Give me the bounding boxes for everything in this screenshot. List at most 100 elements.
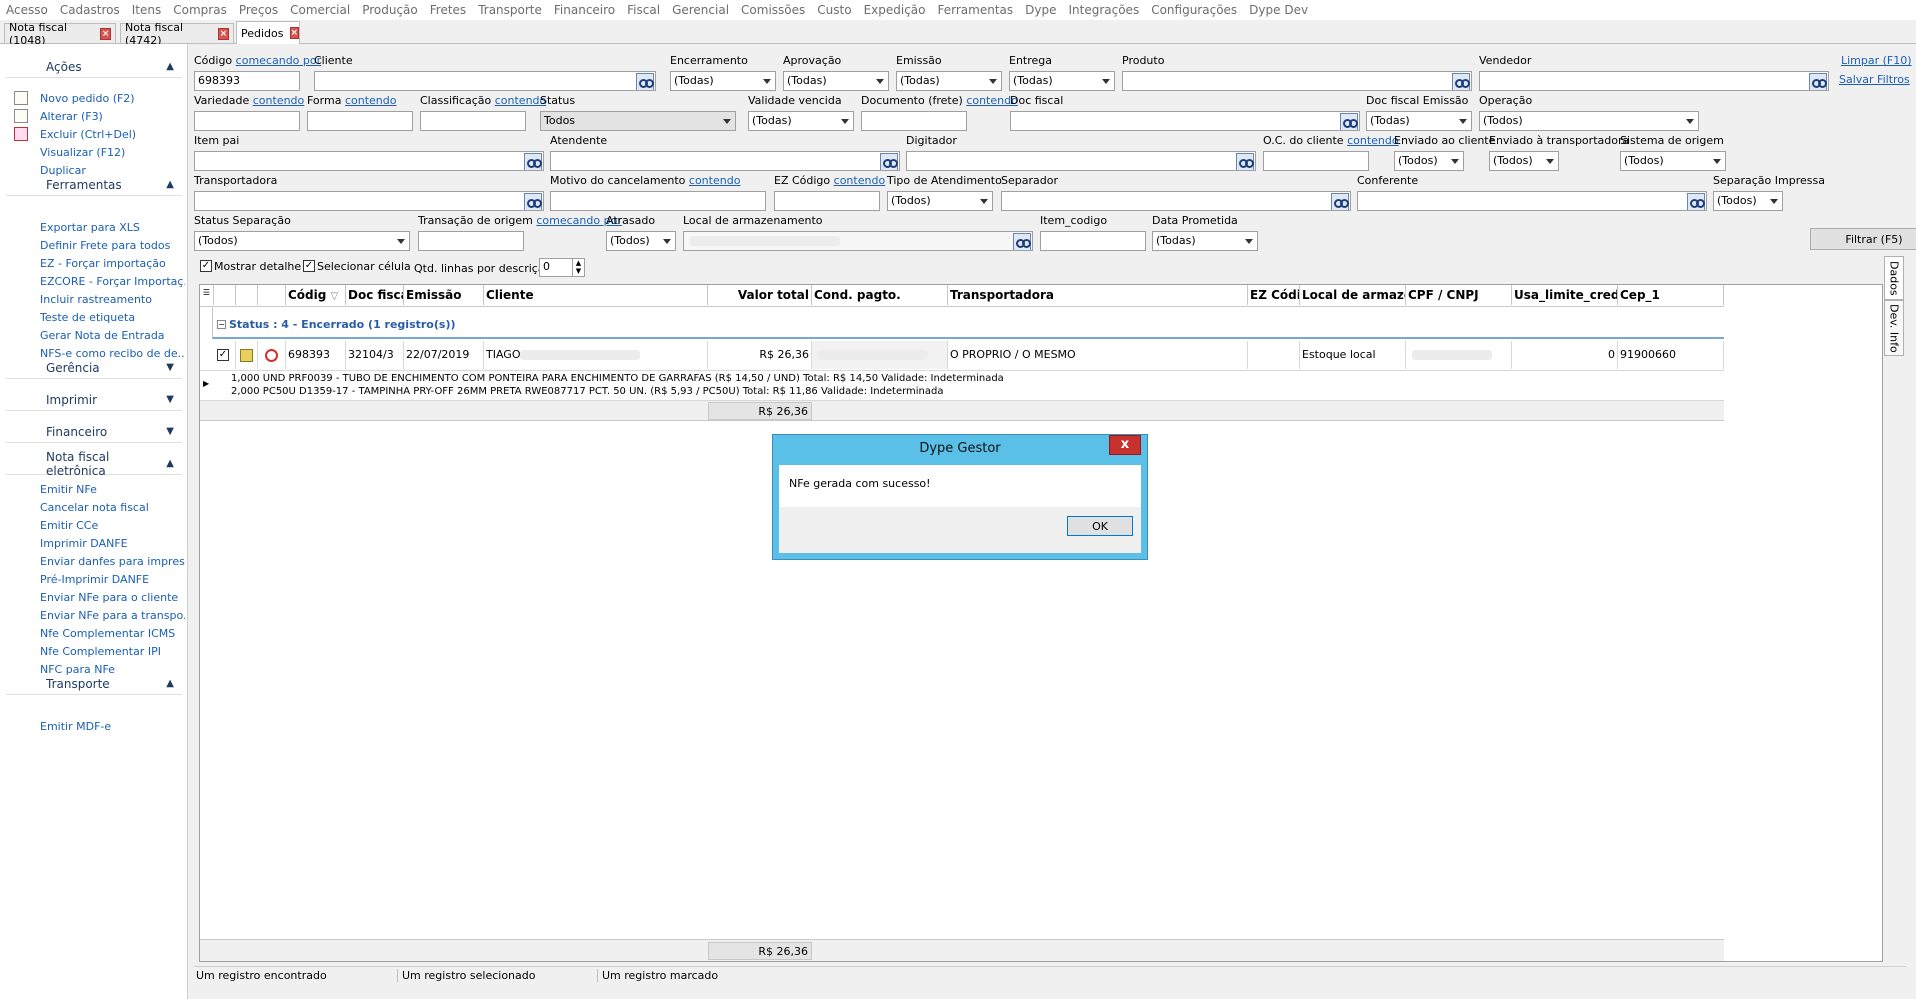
section-transporte[interactable]: Transporte ▲: [6, 673, 182, 695]
sidebar-item-nfe-compl-ipi[interactable]: Nfe Complementar IPI: [40, 645, 161, 658]
close-icon[interactable]: ×: [218, 27, 229, 40]
menu-item-dype[interactable]: Dype: [1019, 3, 1062, 17]
column-header-emissao[interactable]: Emissão: [404, 285, 484, 305]
qtd-linhas-stepper[interactable]: 0 ▲ ▼: [539, 258, 585, 277]
column-header-doc-fiscal[interactable]: Doc fisca: [346, 285, 404, 305]
search-icon[interactable]: [524, 193, 542, 210]
dataprometida-select[interactable]: (Todas): [1152, 231, 1258, 251]
tab-dados[interactable]: Dados: [1884, 256, 1904, 300]
tab-nota-fiscal-1048[interactable]: Nota fiscal (1048) ×: [4, 21, 116, 47]
codigo-input[interactable]: 698393: [194, 71, 300, 91]
conferente-input[interactable]: [1357, 191, 1707, 211]
menu-item-expedicao[interactable]: Expedição: [858, 3, 932, 17]
digitador-input[interactable]: [906, 151, 1256, 171]
oc-input[interactable]: [1263, 151, 1369, 171]
sistemaorigem-select[interactable]: (Todos): [1620, 151, 1726, 171]
sidebar-item-exportar-xls[interactable]: Exportar para XLS: [40, 221, 140, 234]
selecionar-celula-checkbox[interactable]: ✓: [303, 260, 315, 272]
menu-item-integracoes[interactable]: Integrações: [1062, 3, 1145, 17]
column-header-cep[interactable]: Cep_1: [1618, 285, 1724, 305]
forma-mode-link[interactable]: contendo: [345, 94, 397, 107]
itemcodigo-input[interactable]: [1040, 231, 1146, 251]
status-select[interactable]: Todos: [540, 111, 736, 131]
classificacao-input[interactable]: [420, 111, 526, 131]
search-icon[interactable]: [1452, 73, 1470, 90]
motivo-mode-link[interactable]: contendo: [689, 174, 741, 187]
search-icon[interactable]: [1331, 193, 1349, 210]
menu-item-custo[interactable]: Custo: [811, 3, 857, 17]
section-nota-fiscal-eletronica[interactable]: Nota fiscal eletrônica ▲: [6, 450, 182, 478]
separador-input[interactable]: [1001, 191, 1351, 211]
row-checkbox[interactable]: ✓: [217, 349, 229, 361]
sidebar-item-emitir-nfe[interactable]: Emitir NFe: [40, 483, 97, 496]
sidebar-item-visualizar[interactable]: Visualizar (F12): [40, 146, 125, 159]
menu-item-precos[interactable]: Preços: [233, 3, 284, 17]
oc-mode-link[interactable]: contendo: [1347, 134, 1399, 147]
tab-nota-fiscal-4742[interactable]: Nota fiscal (4742) ×: [120, 21, 234, 47]
vendedor-input[interactable]: [1479, 71, 1829, 91]
menu-item-gerencial[interactable]: Gerencial: [666, 3, 735, 17]
sidebar-item-alterar[interactable]: Alterar (F3): [40, 110, 103, 123]
spin-arrows-icon[interactable]: ▲ ▼: [572, 259, 584, 276]
column-header-ez-codigo[interactable]: EZ Códi: [1248, 285, 1300, 305]
menu-item-financeiro[interactable]: Financeiro: [548, 3, 621, 17]
aprovacao-select[interactable]: (Todas): [783, 71, 889, 91]
limpar-link[interactable]: Limpar (F10): [1841, 54, 1912, 67]
atendente-input[interactable]: [550, 151, 900, 171]
menu-item-compras[interactable]: Compras: [167, 3, 233, 17]
sidebar-item-pre-imprimir[interactable]: Pré-Imprimir DANFE: [40, 573, 149, 586]
sidebar-item-definir-frete[interactable]: Definir Frete para todos: [40, 239, 170, 252]
menu-item-cadastros[interactable]: Cadastros: [54, 3, 126, 17]
mostrar-detalhe-checkbox[interactable]: ✓: [200, 260, 212, 272]
docfiscal-input[interactable]: [1010, 111, 1360, 131]
menu-item-configuracoes[interactable]: Configurações: [1145, 3, 1243, 17]
search-icon[interactable]: [1013, 233, 1031, 250]
column-header-cpf-cnpj[interactable]: CPF / CNPJ: [1406, 285, 1512, 305]
codigo-mode-link[interactable]: comecando por: [236, 54, 321, 67]
encerramento-select[interactable]: (Todas): [670, 71, 776, 91]
itempai-input[interactable]: [194, 151, 544, 171]
tipoatend-select[interactable]: (Todos): [887, 191, 993, 211]
documento-input[interactable]: [861, 111, 967, 131]
sidebar-item-enviar-danfes[interactable]: Enviar danfes para impres...: [40, 555, 185, 568]
forma-input[interactable]: [307, 111, 413, 131]
operacao-select[interactable]: (Todos): [1479, 111, 1699, 131]
column-chooser-icon[interactable]: ☰: [200, 285, 214, 305]
column-header-local[interactable]: Local de armaze: [1300, 285, 1406, 305]
sidebar-item-enviar-nfe-cliente[interactable]: Enviar NFe para o cliente: [40, 591, 178, 604]
sidebar-item-ez-importacao[interactable]: EZ - Forçar importação: [40, 257, 166, 270]
search-icon[interactable]: [636, 73, 654, 90]
close-icon[interactable]: ×: [100, 27, 111, 40]
section-ferramentas[interactable]: Ferramentas ▲: [6, 174, 182, 196]
classificacao-mode-link[interactable]: contendo: [495, 94, 547, 107]
menu-item-acesso[interactable]: Acesso: [0, 3, 54, 17]
search-icon[interactable]: [880, 153, 898, 170]
menu-item-itens[interactable]: Itens: [126, 3, 167, 17]
column-header-usa-limite[interactable]: Usa_limite_cred: [1512, 285, 1618, 305]
invoice-icon[interactable]: [240, 349, 253, 362]
sidebar-item-emitir-cce[interactable]: Emitir CCe: [40, 519, 98, 532]
column-header-transportadora[interactable]: Transportadora: [948, 285, 1248, 305]
menu-item-producao[interactable]: Produção: [356, 3, 424, 17]
docfiscalemissao-select[interactable]: (Todas): [1366, 111, 1472, 131]
sidebar-item-incluir-rastreamento[interactable]: Incluir rastreamento: [40, 293, 152, 306]
search-icon[interactable]: [1236, 153, 1254, 170]
sidebar-item-novo-pedido[interactable]: Novo pedido (F2): [40, 92, 135, 105]
filtrar-button[interactable]: Filtrar (F5): [1810, 228, 1916, 250]
column-header-valor-total[interactable]: Valor total: [708, 285, 812, 305]
close-icon[interactable]: ×: [289, 27, 300, 39]
sidebar-item-ezcore-importacao[interactable]: EZCORE - Forçar Importaç...: [40, 275, 185, 288]
variedade-mode-link[interactable]: contendo: [253, 94, 305, 107]
menu-item-transporte[interactable]: Transporte: [472, 3, 548, 17]
sidebar-item-excluir[interactable]: Excluir (Ctrl+Del): [40, 128, 136, 141]
column-header-cond-pagto[interactable]: Cond. pagto.: [812, 285, 948, 305]
ok-button[interactable]: OK: [1067, 516, 1133, 536]
motivo-input[interactable]: [550, 191, 766, 211]
enviadotransp-select[interactable]: (Todos): [1489, 151, 1559, 171]
sepimpressa-select[interactable]: (Todos): [1713, 191, 1783, 211]
sidebar-item-imprimir-danfe[interactable]: Imprimir DANFE: [40, 537, 128, 550]
menu-item-ferramentas[interactable]: Ferramentas: [932, 3, 1020, 17]
section-financeiro[interactable]: Financeiro ▼: [6, 421, 182, 443]
column-header-codigo[interactable]: Códig ▽: [286, 285, 346, 305]
menu-item-fretes[interactable]: Fretes: [424, 3, 472, 17]
